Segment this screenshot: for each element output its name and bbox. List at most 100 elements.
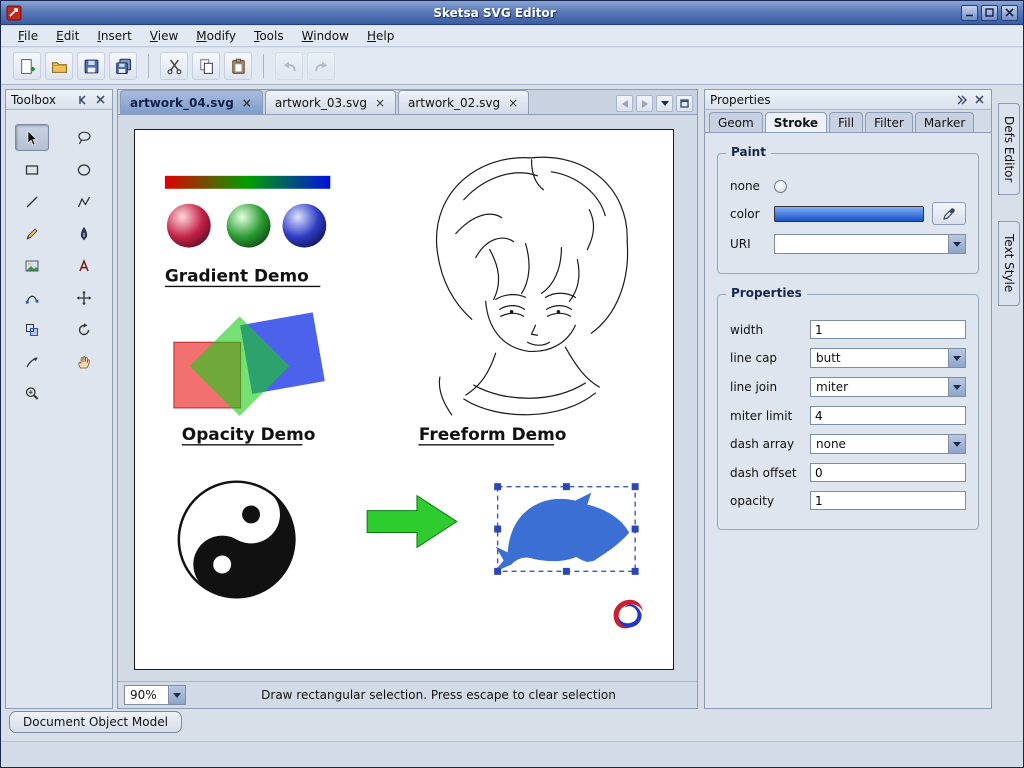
tool-select-button[interactable]	[15, 124, 49, 151]
tab-fill[interactable]: Fill	[829, 112, 863, 132]
green-arrow-shape[interactable]	[367, 496, 457, 548]
blue-sphere-shape[interactable]	[282, 204, 326, 248]
green-sphere-shape[interactable]	[227, 204, 271, 248]
maximize-button[interactable]	[981, 5, 998, 21]
menu-window[interactable]: Window	[293, 27, 358, 45]
tool-pencil-button[interactable]	[15, 220, 49, 247]
hand-icon	[76, 354, 92, 370]
save-all-button[interactable]	[109, 52, 137, 80]
tab-stroke[interactable]: Stroke	[765, 112, 827, 132]
line-cap-combo[interactable]: butt	[810, 348, 966, 368]
tool-text-button[interactable]	[67, 252, 101, 279]
maximize-editor-button[interactable]	[676, 95, 693, 112]
zoom-dropdown-button[interactable]	[168, 686, 185, 704]
open-folder-button[interactable]	[45, 52, 73, 80]
line-cap-dropdown-button[interactable]	[948, 349, 965, 367]
menu-help[interactable]: Help	[358, 27, 403, 45]
toolbox-autohide-icon[interactable]	[76, 93, 90, 107]
tool-transform-button[interactable]	[15, 316, 49, 343]
dash-offset-input[interactable]	[810, 463, 966, 482]
dolphin-selection-group[interactable]	[494, 483, 639, 575]
tool-lasso-button[interactable]	[67, 124, 101, 151]
freeform-demo-group[interactable]: Freeform Demo	[419, 157, 628, 445]
tab-close-icon[interactable]: ×	[241, 98, 253, 108]
tab-close-icon[interactable]: ×	[507, 98, 519, 108]
tool-move-button[interactable]	[67, 284, 101, 311]
uri-dropdown-button[interactable]	[948, 235, 965, 253]
toolbar-separator	[148, 54, 149, 78]
gradient-demo-group[interactable]: Gradient Demo	[165, 176, 330, 287]
toolbox-close-icon[interactable]	[93, 93, 107, 107]
tab-filter[interactable]: Filter	[865, 112, 913, 132]
color-picker-button[interactable]	[932, 202, 966, 225]
stroke-color-swatch[interactable]	[774, 206, 924, 222]
tab-artwork-02[interactable]: artwork_02.svg ×	[398, 90, 529, 114]
tool-line-button[interactable]	[15, 188, 49, 215]
minimize-button[interactable]	[961, 5, 978, 21]
tab-list-dropdown-button[interactable]	[656, 95, 673, 112]
new-document-button[interactable]	[13, 52, 41, 80]
none-radio[interactable]	[774, 180, 787, 193]
tool-pan-button[interactable]	[67, 348, 101, 375]
menu-modify[interactable]: Modify	[187, 27, 245, 45]
paste-button[interactable]	[224, 52, 252, 80]
tool-pen-button[interactable]	[67, 220, 101, 247]
miter-limit-input[interactable]	[810, 406, 966, 425]
uri-combo[interactable]	[774, 234, 966, 254]
menu-tools[interactable]: Tools	[245, 27, 293, 45]
properties-float-icon[interactable]	[955, 93, 969, 107]
copy-button[interactable]	[192, 52, 220, 80]
dash-array-combo[interactable]: none	[810, 434, 966, 454]
red-sphere-shape[interactable]	[167, 204, 211, 248]
dropdown-arrow-icon	[953, 356, 961, 361]
tab-marker[interactable]: Marker	[915, 112, 974, 132]
width-input[interactable]	[810, 320, 966, 339]
tab-scroll-right-button[interactable]	[636, 95, 653, 112]
tab-close-icon[interactable]: ×	[374, 98, 386, 108]
defs-editor-tab[interactable]: Defs Editor	[998, 103, 1020, 195]
menu-file[interactable]: File	[9, 27, 47, 45]
menu-edit[interactable]: Edit	[47, 27, 88, 45]
undo-button[interactable]	[275, 52, 303, 80]
tab-artwork-04[interactable]: artwork_04.svg ×	[120, 90, 263, 114]
line-join-dropdown-button[interactable]	[948, 378, 965, 396]
tool-rotate-button[interactable]	[67, 316, 101, 343]
titlebar[interactable]: Sketsa SVG Editor	[1, 1, 1023, 25]
document-status-bar: 90% Draw rectangular selection. Press es…	[118, 681, 697, 708]
gradient-bar-shape[interactable]	[165, 176, 330, 189]
tool-path-edit-button[interactable]	[15, 284, 49, 311]
dash-array-dropdown-button[interactable]	[948, 435, 965, 453]
opacity-demo-label[interactable]: Opacity Demo	[182, 424, 316, 444]
text-style-tab[interactable]: Text Style	[998, 221, 1020, 305]
menu-insert[interactable]: Insert	[88, 27, 140, 45]
tool-ellipse-button[interactable]	[67, 156, 101, 183]
spiral-logo-shape[interactable]	[608, 596, 648, 633]
menu-view[interactable]: View	[141, 27, 187, 45]
line-join-combo[interactable]: miter	[810, 377, 966, 397]
opacity-input[interactable]	[810, 491, 966, 510]
gradient-demo-label[interactable]: Gradient Demo	[165, 265, 309, 285]
yin-yang-shape[interactable]	[158, 461, 316, 619]
tab-geom[interactable]: Geom	[709, 112, 763, 132]
properties-close-icon[interactable]	[972, 93, 986, 107]
tab-scroll-left-button[interactable]	[616, 95, 633, 112]
redo-button[interactable]	[307, 52, 335, 80]
tool-rectangle-button[interactable]	[15, 156, 49, 183]
line-join-label: line join	[730, 380, 810, 394]
close-button[interactable]	[1001, 5, 1018, 21]
tool-image-button[interactable]	[15, 252, 49, 279]
cut-button[interactable]	[160, 52, 188, 80]
opacity-demo-group[interactable]: Opacity Demo	[174, 312, 325, 444]
tool-zoom-button[interactable]	[15, 380, 49, 407]
tool-polyline-button[interactable]	[67, 188, 101, 215]
drawing-canvas[interactable]: Gradient Demo Opacity Demo	[134, 129, 674, 670]
zoom-combo[interactable]: 90%	[124, 685, 186, 705]
save-button[interactable]	[77, 52, 105, 80]
document-object-model-button[interactable]: Document Object Model	[9, 711, 182, 733]
zoom-value: 90%	[125, 688, 168, 702]
tool-connector-button[interactable]	[15, 348, 49, 375]
properties-panel: Properties Geom Stroke Fill Filter Marke…	[704, 89, 992, 709]
freeform-demo-label[interactable]: Freeform Demo	[419, 424, 566, 444]
tab-artwork-03[interactable]: artwork_03.svg ×	[265, 90, 396, 114]
dolphin-shape[interactable]	[494, 493, 629, 573]
